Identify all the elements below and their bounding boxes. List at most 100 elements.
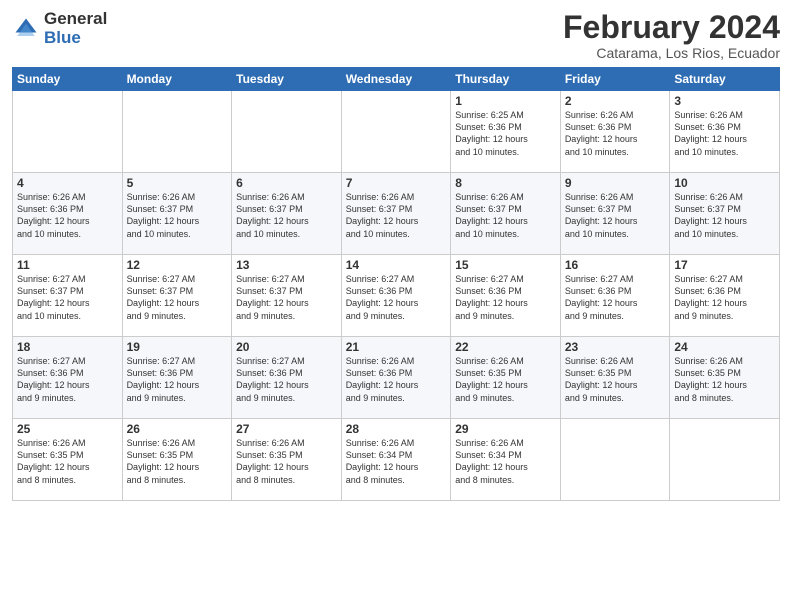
day-number: 10 [674,176,775,190]
calendar-cell: 6Sunrise: 6:26 AM Sunset: 6:37 PM Daylig… [232,173,342,255]
day-info: Sunrise: 6:26 AM Sunset: 6:37 PM Dayligh… [455,191,556,240]
day-number: 24 [674,340,775,354]
day-number: 8 [455,176,556,190]
logo-text-block: General Blue [44,10,107,47]
day-number: 28 [346,422,447,436]
calendar-cell: 20Sunrise: 6:27 AM Sunset: 6:36 PM Dayli… [232,337,342,419]
day-number: 7 [346,176,447,190]
calendar-week-row: 11Sunrise: 6:27 AM Sunset: 6:37 PM Dayli… [13,255,780,337]
calendar-cell [341,91,451,173]
day-number: 11 [17,258,118,272]
day-number: 4 [17,176,118,190]
day-info: Sunrise: 6:26 AM Sunset: 6:35 PM Dayligh… [17,437,118,486]
day-info: Sunrise: 6:26 AM Sunset: 6:37 PM Dayligh… [346,191,447,240]
day-info: Sunrise: 6:27 AM Sunset: 6:36 PM Dayligh… [674,273,775,322]
day-info: Sunrise: 6:27 AM Sunset: 6:36 PM Dayligh… [236,355,337,404]
day-number: 3 [674,94,775,108]
month-title: February 2024 [563,10,780,45]
day-number: 1 [455,94,556,108]
day-number: 27 [236,422,337,436]
day-info: Sunrise: 6:27 AM Sunset: 6:36 PM Dayligh… [127,355,228,404]
day-info: Sunrise: 6:27 AM Sunset: 6:36 PM Dayligh… [346,273,447,322]
weekday-row: SundayMondayTuesdayWednesdayThursdayFrid… [13,68,780,91]
calendar-cell: 21Sunrise: 6:26 AM Sunset: 6:36 PM Dayli… [341,337,451,419]
day-number: 14 [346,258,447,272]
calendar-cell [13,91,123,173]
day-number: 9 [565,176,666,190]
day-number: 20 [236,340,337,354]
day-info: Sunrise: 6:27 AM Sunset: 6:36 PM Dayligh… [17,355,118,404]
calendar-week-row: 25Sunrise: 6:26 AM Sunset: 6:35 PM Dayli… [13,419,780,501]
calendar-cell: 25Sunrise: 6:26 AM Sunset: 6:35 PM Dayli… [13,419,123,501]
day-number: 21 [346,340,447,354]
calendar-cell: 10Sunrise: 6:26 AM Sunset: 6:37 PM Dayli… [670,173,780,255]
calendar-cell: 4Sunrise: 6:26 AM Sunset: 6:36 PM Daylig… [13,173,123,255]
day-info: Sunrise: 6:26 AM Sunset: 6:35 PM Dayligh… [236,437,337,486]
logo-general: General [44,10,107,29]
calendar-cell: 16Sunrise: 6:27 AM Sunset: 6:36 PM Dayli… [560,255,670,337]
day-info: Sunrise: 6:26 AM Sunset: 6:34 PM Dayligh… [346,437,447,486]
calendar-cell: 14Sunrise: 6:27 AM Sunset: 6:36 PM Dayli… [341,255,451,337]
day-number: 2 [565,94,666,108]
calendar-cell: 12Sunrise: 6:27 AM Sunset: 6:37 PM Dayli… [122,255,232,337]
day-info: Sunrise: 6:27 AM Sunset: 6:36 PM Dayligh… [565,273,666,322]
day-info: Sunrise: 6:26 AM Sunset: 6:37 PM Dayligh… [674,191,775,240]
day-number: 13 [236,258,337,272]
calendar-week-row: 4Sunrise: 6:26 AM Sunset: 6:36 PM Daylig… [13,173,780,255]
day-info: Sunrise: 6:26 AM Sunset: 6:36 PM Dayligh… [346,355,447,404]
calendar-cell: 26Sunrise: 6:26 AM Sunset: 6:35 PM Dayli… [122,419,232,501]
day-number: 19 [127,340,228,354]
day-info: Sunrise: 6:26 AM Sunset: 6:36 PM Dayligh… [565,109,666,158]
calendar-cell: 13Sunrise: 6:27 AM Sunset: 6:37 PM Dayli… [232,255,342,337]
calendar-cell: 2Sunrise: 6:26 AM Sunset: 6:36 PM Daylig… [560,91,670,173]
day-info: Sunrise: 6:26 AM Sunset: 6:37 PM Dayligh… [127,191,228,240]
calendar-week-row: 1Sunrise: 6:25 AM Sunset: 6:36 PM Daylig… [13,91,780,173]
calendar-table: SundayMondayTuesdayWednesdayThursdayFrid… [12,67,780,501]
day-info: Sunrise: 6:26 AM Sunset: 6:35 PM Dayligh… [565,355,666,404]
calendar-cell: 28Sunrise: 6:26 AM Sunset: 6:34 PM Dayli… [341,419,451,501]
calendar-header: SundayMondayTuesdayWednesdayThursdayFrid… [13,68,780,91]
day-number: 17 [674,258,775,272]
day-info: Sunrise: 6:26 AM Sunset: 6:36 PM Dayligh… [17,191,118,240]
day-number: 26 [127,422,228,436]
calendar-cell [122,91,232,173]
weekday-header: Wednesday [341,68,451,91]
calendar-cell [670,419,780,501]
title-block: February 2024 Catarama, Los Rios, Ecuado… [563,10,780,61]
calendar-cell: 11Sunrise: 6:27 AM Sunset: 6:37 PM Dayli… [13,255,123,337]
logo-blue: Blue [44,29,107,48]
calendar-cell: 5Sunrise: 6:26 AM Sunset: 6:37 PM Daylig… [122,173,232,255]
day-info: Sunrise: 6:26 AM Sunset: 6:37 PM Dayligh… [565,191,666,240]
calendar-cell: 3Sunrise: 6:26 AM Sunset: 6:36 PM Daylig… [670,91,780,173]
logo-icon [12,15,40,43]
calendar-cell: 23Sunrise: 6:26 AM Sunset: 6:35 PM Dayli… [560,337,670,419]
day-number: 12 [127,258,228,272]
day-number: 16 [565,258,666,272]
day-number: 5 [127,176,228,190]
calendar-cell: 24Sunrise: 6:26 AM Sunset: 6:35 PM Dayli… [670,337,780,419]
weekday-header: Friday [560,68,670,91]
day-info: Sunrise: 6:27 AM Sunset: 6:36 PM Dayligh… [455,273,556,322]
calendar-cell: 19Sunrise: 6:27 AM Sunset: 6:36 PM Dayli… [122,337,232,419]
day-number: 22 [455,340,556,354]
calendar-cell: 17Sunrise: 6:27 AM Sunset: 6:36 PM Dayli… [670,255,780,337]
calendar-cell: 9Sunrise: 6:26 AM Sunset: 6:37 PM Daylig… [560,173,670,255]
day-info: Sunrise: 6:27 AM Sunset: 6:37 PM Dayligh… [17,273,118,322]
day-info: Sunrise: 6:27 AM Sunset: 6:37 PM Dayligh… [127,273,228,322]
day-number: 23 [565,340,666,354]
calendar-week-row: 18Sunrise: 6:27 AM Sunset: 6:36 PM Dayli… [13,337,780,419]
header: General Blue February 2024 Catarama, Los… [12,10,780,61]
calendar-cell: 15Sunrise: 6:27 AM Sunset: 6:36 PM Dayli… [451,255,561,337]
day-number: 25 [17,422,118,436]
day-info: Sunrise: 6:26 AM Sunset: 6:35 PM Dayligh… [455,355,556,404]
weekday-header: Saturday [670,68,780,91]
weekday-header: Monday [122,68,232,91]
calendar-cell: 29Sunrise: 6:26 AM Sunset: 6:34 PM Dayli… [451,419,561,501]
day-info: Sunrise: 6:27 AM Sunset: 6:37 PM Dayligh… [236,273,337,322]
day-info: Sunrise: 6:26 AM Sunset: 6:36 PM Dayligh… [674,109,775,158]
day-info: Sunrise: 6:26 AM Sunset: 6:37 PM Dayligh… [236,191,337,240]
calendar-cell [232,91,342,173]
calendar-cell: 27Sunrise: 6:26 AM Sunset: 6:35 PM Dayli… [232,419,342,501]
day-info: Sunrise: 6:26 AM Sunset: 6:35 PM Dayligh… [674,355,775,404]
day-number: 6 [236,176,337,190]
